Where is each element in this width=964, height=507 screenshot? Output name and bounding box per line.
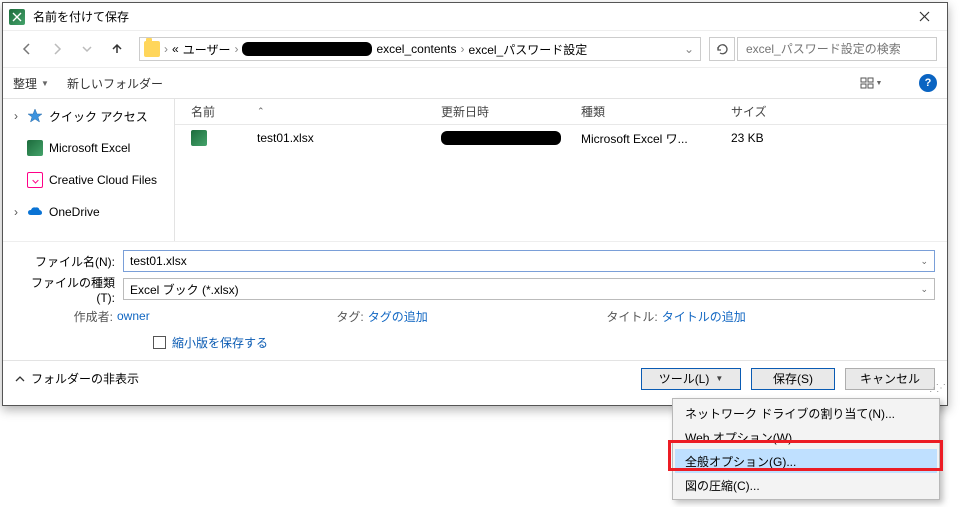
redacted-path: [242, 42, 372, 56]
tag-label: タグ:: [324, 308, 364, 325]
file-type: Microsoft Excel ワ...: [581, 132, 688, 146]
save-as-dialog: 名前を付けて保存 › « ユーザー › excel_contents › exc…: [2, 2, 948, 406]
toolbar: 整理 ▼ 新しいフォルダー ▼ ?: [3, 67, 947, 99]
chevron-down-icon: ▼: [41, 79, 49, 88]
excel-icon: [27, 140, 43, 156]
hide-folders-button[interactable]: フォルダーの非表示: [15, 370, 139, 387]
filename-input[interactable]: test01.xlsx ⌄: [123, 250, 935, 272]
recent-locations-button[interactable]: [73, 37, 101, 61]
list-header: 名前 ⌃ 更新日時 種類 サイズ: [175, 99, 947, 125]
file-size: 23 KB: [731, 131, 764, 145]
search-box[interactable]: [737, 37, 937, 61]
creative-cloud-icon: [27, 172, 43, 188]
close-button[interactable]: [901, 3, 947, 31]
tools-menu: ネットワーク ドライブの割り当て(N)... Web オプション(W)... 全…: [672, 398, 940, 500]
chevron-down-icon[interactable]: ⌄: [920, 256, 928, 267]
breadcrumb-password[interactable]: excel_パスワード設定: [469, 41, 588, 58]
filename-label: ファイル名(N):: [15, 253, 123, 270]
col-date-header[interactable]: 更新日時: [441, 105, 489, 119]
tree-onedrive[interactable]: › OneDrive: [3, 199, 174, 225]
organize-button[interactable]: 整理 ▼: [13, 75, 49, 92]
chevron-up-icon: [15, 374, 25, 384]
menu-web-options[interactable]: Web オプション(W)...: [675, 425, 937, 449]
col-size-header[interactable]: サイズ: [731, 105, 767, 119]
expander-icon[interactable]: ›: [11, 205, 21, 219]
file-list: 名前 ⌃ 更新日時 種類 サイズ test01.xlsx Microsoft E…: [175, 99, 947, 241]
col-name-header[interactable]: 名前: [191, 103, 215, 120]
breadcrumb[interactable]: › « ユーザー › excel_contents › excel_パスワード設…: [139, 37, 701, 61]
thumbnail-checkbox[interactable]: [153, 336, 166, 349]
breadcrumb-prefix: «: [172, 42, 179, 56]
fields: ファイル名(N): test01.xlsx ⌄ ファイルの種類(T): Exce…: [3, 241, 947, 360]
excel-file-icon: [191, 130, 207, 146]
search-input[interactable]: [744, 41, 930, 57]
list-row[interactable]: test01.xlsx Microsoft Excel ワ... 23 KB: [175, 125, 947, 151]
help-button[interactable]: ?: [919, 74, 937, 92]
sort-caret-icon: ⌃: [257, 106, 265, 117]
author-value[interactable]: owner: [117, 309, 150, 323]
refresh-button[interactable]: [709, 37, 735, 61]
excel-app-icon: [9, 9, 25, 25]
star-icon: [27, 108, 43, 124]
new-folder-button[interactable]: 新しいフォルダー: [67, 75, 163, 92]
save-button[interactable]: 保存(S): [751, 368, 835, 390]
chevron-down-icon: ▼: [715, 374, 723, 383]
title-label: タイトル:: [602, 308, 658, 325]
chevron-down-icon: ▼: [876, 80, 883, 87]
onedrive-icon: [27, 204, 43, 220]
folder-icon: [144, 41, 160, 57]
nav-pane: › クイック アクセス Microsoft Excel Creative Clo…: [3, 99, 175, 241]
cancel-button[interactable]: キャンセル: [845, 368, 935, 390]
menu-general-options[interactable]: 全般オプション(G)...: [675, 449, 937, 473]
tree-ms-excel[interactable]: Microsoft Excel: [3, 135, 174, 161]
up-button[interactable]: [103, 37, 131, 61]
titlebar: 名前を付けて保存: [3, 3, 947, 31]
file-name: test01.xlsx: [257, 131, 314, 145]
filetype-label: ファイルの種類(T):: [15, 274, 123, 305]
back-button[interactable]: [13, 37, 41, 61]
title-value[interactable]: タイトルの追加: [662, 308, 746, 325]
tree-cc-files[interactable]: Creative Cloud Files: [3, 167, 174, 193]
tag-value[interactable]: タグの追加: [368, 308, 428, 325]
bottom-bar: フォルダーの非表示 ツール(L) ▼ 保存(S) キャンセル ⋰⋰: [3, 360, 947, 396]
tree-quick-access[interactable]: › クイック アクセス: [3, 103, 174, 129]
filetype-select[interactable]: Excel ブック (*.xlsx) ⌄: [123, 278, 935, 300]
tools-button[interactable]: ツール(L) ▼: [641, 368, 741, 390]
redacted-date: [441, 131, 561, 145]
chevron-down-icon[interactable]: ⌄: [920, 284, 928, 295]
nav-row: › « ユーザー › excel_contents › excel_パスワード設…: [3, 31, 947, 67]
resize-grip-icon[interactable]: ⋰⋰: [929, 383, 943, 394]
col-type-header[interactable]: 種類: [581, 105, 605, 119]
body: › クイック アクセス Microsoft Excel Creative Clo…: [3, 99, 947, 241]
chevron-right-icon: ›: [164, 42, 168, 56]
chevron-down-icon[interactable]: ⌄: [684, 42, 694, 56]
expander-icon[interactable]: ›: [11, 109, 21, 123]
breadcrumb-user[interactable]: ユーザー: [183, 41, 231, 58]
menu-compress-pictures[interactable]: 図の圧縮(C)...: [675, 473, 937, 497]
dialog-title: 名前を付けて保存: [33, 8, 129, 25]
chevron-right-icon: ›: [234, 42, 238, 56]
chevron-right-icon: ›: [461, 42, 465, 56]
thumbnail-label: 縮小版を保存する: [172, 334, 268, 351]
forward-button[interactable]: [43, 37, 71, 61]
menu-map-network-drive[interactable]: ネットワーク ドライブの割り当て(N)...: [675, 401, 937, 425]
author-label: 作成者:: [45, 308, 113, 325]
view-options-button[interactable]: ▼: [851, 72, 891, 94]
breadcrumb-contents[interactable]: excel_contents: [376, 42, 456, 56]
